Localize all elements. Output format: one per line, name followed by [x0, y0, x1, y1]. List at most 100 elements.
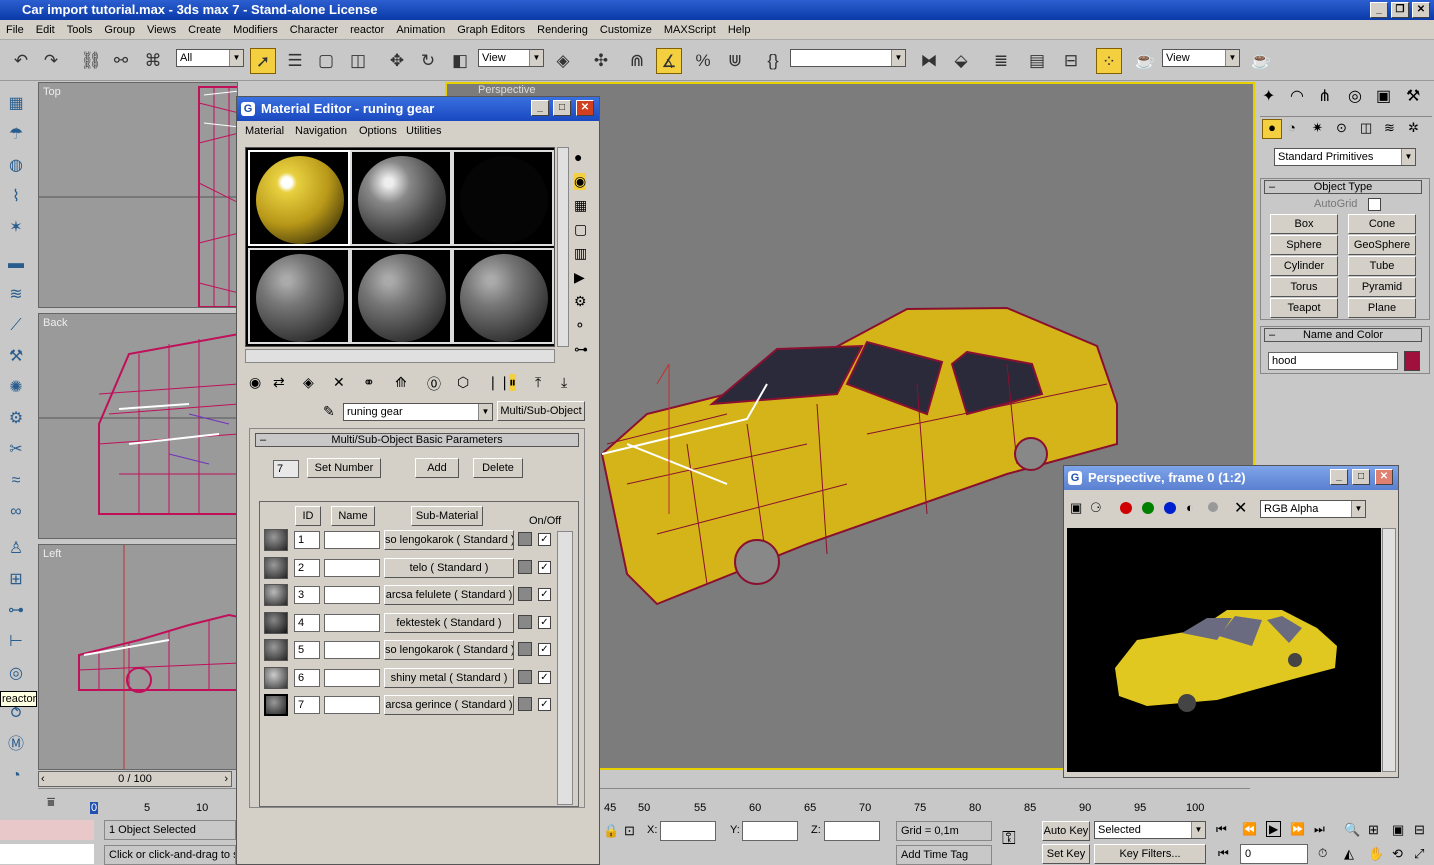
spinner-snap-icon[interactable]: ⋓: [722, 48, 748, 74]
point-to-point-icon[interactable]: ⊶: [4, 599, 28, 623]
sample-uv-tiling-icon[interactable]: ▢: [574, 221, 587, 238]
material-count-field[interactable]: 7: [273, 460, 299, 478]
window-crossing-icon[interactable]: ◫: [345, 48, 371, 74]
submaterial-name[interactable]: [324, 696, 380, 714]
make-preview-icon[interactable]: ▶: [574, 269, 585, 286]
render-window-scrollbar[interactable]: [1382, 528, 1396, 772]
menu-rendering[interactable]: Rendering: [531, 20, 594, 40]
submaterial-swatch[interactable]: [264, 584, 288, 606]
analyze-world-icon[interactable]: ◔: [4, 764, 28, 788]
auto-key-button[interactable]: Auto Key: [1042, 821, 1090, 841]
select-object-icon[interactable]: ➚: [250, 48, 276, 74]
submaterial-name[interactable]: [324, 531, 380, 549]
submaterial-swatch[interactable]: [264, 612, 288, 634]
material-effects-channel-icon[interactable]: ⓪: [427, 374, 441, 394]
time-slider[interactable]: ‹ 0 / 100 ›: [38, 771, 232, 787]
selection-filter-dropdown[interactable]: All ▼: [176, 49, 244, 67]
sort-by-submaterial-button[interactable]: Sub-Material: [411, 506, 483, 526]
zoom-extents-icon[interactable]: ▣: [1392, 822, 1404, 838]
go-forward-to-sibling-icon[interactable]: ⤓: [561, 374, 567, 391]
render-channel-dropdown[interactable]: RGB Alpha ▼: [1260, 500, 1366, 518]
render-type-dropdown[interactable]: View ▼: [1162, 49, 1240, 67]
play-icon[interactable]: ▶: [1266, 821, 1282, 837]
object-type-header[interactable]: – Object Type: [1264, 180, 1422, 194]
menu-tools[interactable]: Tools: [61, 20, 99, 40]
create-animation-icon[interactable]: Ⓜ: [4, 733, 28, 757]
plane-button[interactable]: Plane: [1348, 298, 1416, 318]
geometry-icon[interactable]: ●: [1262, 119, 1282, 139]
field-of-view-icon[interactable]: ◭: [1344, 846, 1354, 862]
menu-edit[interactable]: Edit: [30, 20, 61, 40]
rotate-icon[interactable]: ↻: [415, 48, 441, 74]
submaterial-button[interactable]: so lengokarok ( Standard ): [384, 640, 514, 660]
go-to-start-icon[interactable]: ⏮: [1216, 822, 1227, 837]
background-checker-icon[interactable]: ▦: [574, 197, 587, 214]
set-key-button[interactable]: Set Key: [1042, 844, 1090, 864]
primitive-category-dropdown[interactable]: Standard Primitives ▼: [1274, 148, 1416, 166]
time-configuration-icon[interactable]: ⏱: [1318, 846, 1327, 861]
display-tab-icon[interactable]: ▣: [1376, 86, 1391, 106]
geosphere-button[interactable]: GeoSphere: [1348, 235, 1416, 255]
save-bitmap-icon[interactable]: ▣: [1070, 500, 1082, 516]
scale-icon[interactable]: ◧: [447, 48, 473, 74]
submaterial-name[interactable]: [324, 559, 380, 577]
name-color-header[interactable]: – Name and Color: [1264, 328, 1422, 342]
submaterial-swatch[interactable]: [264, 557, 288, 579]
submaterial-id[interactable]: 3: [294, 586, 320, 604]
utilities-tab-icon[interactable]: ⚒: [1406, 86, 1420, 106]
torus-button[interactable]: Torus: [1270, 277, 1338, 297]
submaterial-name[interactable]: [324, 641, 380, 659]
unlink-icon[interactable]: ⚯: [108, 48, 134, 74]
rigid-body-collection-icon[interactable]: ▦: [4, 92, 28, 116]
options-icon[interactable]: ⚙: [574, 293, 587, 310]
helpers-icon[interactable]: ◫: [1360, 120, 1372, 136]
sort-by-name-button[interactable]: Name: [331, 506, 375, 526]
menu-options[interactable]: Options: [359, 125, 397, 137]
hinge-icon[interactable]: ⊞: [4, 568, 28, 592]
submaterial-id[interactable]: 4: [294, 614, 320, 632]
systems-icon[interactable]: ✲: [1408, 120, 1419, 136]
submaterial-button[interactable]: telo ( Standard ): [384, 558, 514, 578]
go-to-end-icon[interactable]: ⏭: [1314, 822, 1325, 837]
zoom-all-icon[interactable]: ⊞: [1368, 822, 1379, 838]
menu-modifiers[interactable]: Modifiers: [227, 20, 284, 40]
sample-slot-3[interactable]: [452, 150, 554, 246]
quick-render-icon[interactable]: ☕: [1248, 48, 1274, 74]
ragdoll-icon[interactable]: ♙: [4, 537, 28, 561]
cameras-icon[interactable]: ⊙: [1336, 120, 1347, 136]
menu-character[interactable]: Character: [284, 20, 344, 40]
sample-slots-horizontal-scrollbar[interactable]: [245, 349, 555, 363]
material-type-button[interactable]: Multi/Sub-Object: [497, 401, 585, 421]
select-by-material-icon[interactable]: ⚬: [574, 317, 586, 334]
manipulate-icon[interactable]: ✣: [588, 48, 614, 74]
cone-button[interactable]: Cone: [1348, 214, 1416, 234]
clear-icon[interactable]: ✕: [1234, 498, 1247, 518]
sample-slot-4[interactable]: [248, 248, 350, 344]
prismatic-icon[interactable]: ⊢: [4, 630, 28, 654]
submaterial-id[interactable]: 1: [294, 531, 320, 549]
menu-group[interactable]: Group: [98, 20, 141, 40]
menu-animation[interactable]: Animation: [390, 20, 451, 40]
menu-views[interactable]: Views: [141, 20, 182, 40]
put-material-to-scene-icon[interactable]: ⇄: [273, 374, 285, 391]
minimize-button[interactable]: _: [1370, 2, 1388, 18]
submaterial-id[interactable]: 2: [294, 559, 320, 577]
assign-material-icon[interactable]: ◈: [303, 374, 314, 391]
close-button[interactable]: ✕: [1412, 2, 1430, 18]
motor-icon[interactable]: ⚒: [4, 345, 28, 369]
sample-slot-6[interactable]: [452, 248, 554, 344]
go-to-parent-icon[interactable]: ⤒: [535, 374, 541, 391]
material-name-field[interactable]: runing gear ▼: [343, 403, 493, 421]
box-button[interactable]: Box: [1270, 214, 1338, 234]
submaterial-name[interactable]: [324, 669, 380, 687]
submaterial-color-swatch[interactable]: [518, 642, 532, 656]
render-maximize[interactable]: □: [1352, 469, 1370, 485]
menu-reactor[interactable]: reactor: [344, 20, 390, 40]
material-editor-icon[interactable]: ⁘: [1096, 48, 1122, 74]
submaterial-color-swatch[interactable]: [518, 670, 532, 684]
pyramid-button[interactable]: Pyramid: [1348, 277, 1416, 297]
submaterial-button[interactable]: arcsa felulete ( Standard ): [384, 585, 514, 605]
menu-file[interactable]: File: [0, 20, 30, 40]
submaterial-id[interactable]: 7: [294, 696, 320, 714]
submaterial-on-checkbox[interactable]: ✓: [538, 616, 551, 629]
